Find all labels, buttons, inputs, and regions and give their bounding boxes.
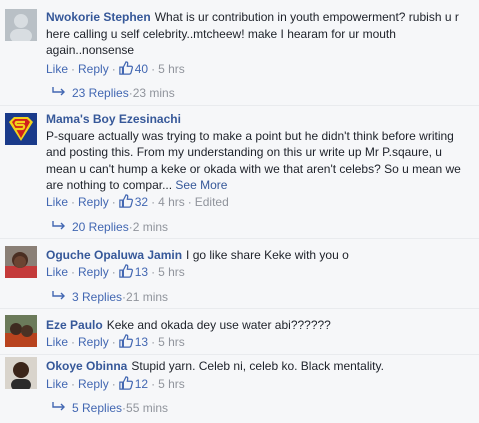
comment-text: Stupid yarn. Celeb ni, celeb ko. Black m… [131,359,384,373]
reply-link[interactable]: Reply [78,265,109,279]
like-count[interactable]: 13 [118,264,148,279]
like-link[interactable]: Like [46,265,68,279]
comment-body: Mama's Boy Ezesinachi P-square actually … [46,111,475,194]
comment-body: Nwokorie Stephen What is ur contribution … [46,9,475,59]
comment-author[interactable]: Oguche Opaluwa Jamin [46,248,182,262]
divider [0,105,479,106]
comment-actions: Like · Reply · 40 · 5 hrs [46,61,185,76]
avatar[interactable] [5,315,37,347]
comment-body: Okoye Obinna Stupid yarn. Celeb ni, celeb… [46,358,475,375]
comment-list: Nwokorie Stephen What is ur contribution … [0,0,479,423]
reply-arrow-icon [52,87,65,96]
reply-link[interactable]: Reply [78,377,109,391]
replies-count[interactable]: 5 Replies [72,401,122,415]
comment-author[interactable]: Nwokorie Stephen [46,10,151,24]
comment-actions: Like · Reply · 13 · 5 hrs [46,334,185,349]
edited-label[interactable]: Edited [195,195,229,209]
comment-actions: Like · Reply · 32 · 4 hrs · Edited [46,194,229,209]
comment-author[interactable]: Mama's Boy Ezesinachi [46,111,471,128]
avatar[interactable] [5,357,37,389]
reply-arrow-icon [52,291,65,300]
thumbs-up-icon [118,334,133,348]
replies-count[interactable]: 20 Replies [72,220,129,234]
replies-time: 21 mins [126,290,169,304]
like-count[interactable]: 12 [118,376,148,391]
divider [0,308,479,309]
replies-time: 2 mins [132,220,169,234]
replies-time: 55 mins [126,401,169,415]
view-replies[interactable]: 20 Replies·2 mins [46,219,168,235]
comment-time[interactable]: 5 hrs [158,265,185,279]
comment-time[interactable]: 5 hrs [158,62,185,76]
comment-body: Oguche Opaluwa Jamin I go like share Keke… [46,247,475,264]
comment-actions: Like · Reply · 13 · 5 hrs [46,264,185,279]
comment-author[interactable]: Eze Paulo [46,318,103,332]
view-replies[interactable]: 5 Replies·55 mins [46,400,168,416]
thumbs-up-icon [118,194,133,208]
comment-time[interactable]: 5 hrs [158,377,185,391]
view-replies[interactable]: 23 Replies·23 mins [46,85,175,101]
comment-time[interactable]: 5 hrs [158,335,185,349]
comment-time[interactable]: 4 hrs [158,195,185,209]
comment-text: I go like share Keke with you o [186,248,349,262]
avatar[interactable] [5,113,37,145]
avatar-image [5,315,37,347]
reply-link[interactable]: Reply [78,62,109,76]
avatar-image [5,357,37,389]
superman-logo-avatar [5,113,37,145]
reply-arrow-icon [52,402,65,411]
like-count[interactable]: 40 [118,61,148,76]
avatar-image [5,246,37,278]
thumbs-up-icon [118,376,133,390]
like-link[interactable]: Like [46,377,68,391]
thumbs-up-icon [118,61,133,75]
avatar-image [5,9,37,41]
like-count[interactable]: 32 [118,194,148,209]
view-replies[interactable]: 3 Replies·21 mins [46,289,168,305]
comment-actions: Like · Reply · 12 · 5 hrs [46,376,185,391]
like-link[interactable]: Like [46,335,68,349]
comment-body: Eze Paulo Keke and okada dey use water ab… [46,317,475,334]
comment-text: Keke and okada dey use water abi?????? [106,318,331,332]
like-count[interactable]: 13 [118,334,148,349]
see-more-link[interactable]: See More [175,178,227,192]
replies-time: 23 mins [132,86,175,100]
replies-count[interactable]: 23 Replies [72,86,129,100]
reply-arrow-icon [52,221,65,230]
replies-count[interactable]: 3 Replies [72,290,122,304]
divider [0,238,479,239]
like-link[interactable]: Like [46,195,68,209]
like-link[interactable]: Like [46,62,68,76]
avatar[interactable] [5,9,37,41]
thumbs-up-icon [118,264,133,278]
comment-text: P-square actually was trying to make a p… [46,128,461,193]
avatar[interactable] [5,246,37,278]
reply-link[interactable]: Reply [78,335,109,349]
reply-link[interactable]: Reply [78,195,109,209]
divider [0,354,479,355]
comment-author[interactable]: Okoye Obinna [46,359,127,373]
